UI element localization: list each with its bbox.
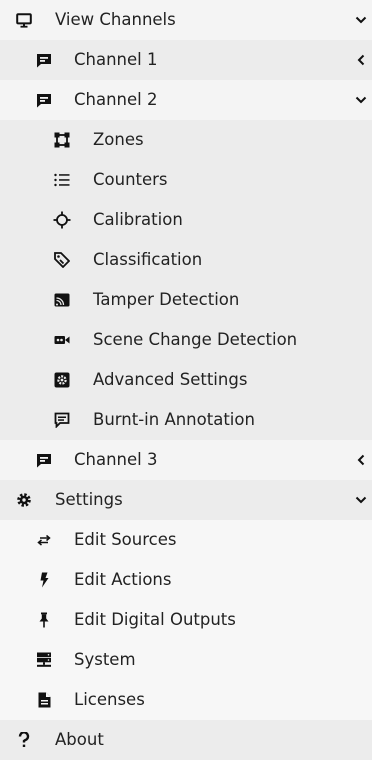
question-mark-icon	[14, 720, 34, 760]
edit-actions-label: Edit Actions	[74, 570, 172, 589]
menu-item-classification[interactable]: Classification	[0, 240, 372, 280]
zones-label: Zones	[93, 130, 144, 149]
calibration-label: Calibration	[93, 210, 183, 229]
system-label: System	[74, 650, 136, 669]
menu-item-tamper-detection[interactable]: Tamper Detection	[0, 280, 372, 320]
menu-view-channels[interactable]: View Channels	[0, 0, 372, 40]
menu-channel-2[interactable]: Channel 2	[0, 80, 372, 120]
chevron-down-icon[interactable]	[354, 0, 368, 40]
burnt-in-annotation-label: Burnt-in Annotation	[93, 410, 255, 429]
menu-item-system[interactable]: System	[0, 640, 372, 680]
monitor-icon	[14, 0, 34, 40]
menu-item-licenses[interactable]: Licenses	[0, 680, 372, 720]
file-icon	[34, 680, 54, 720]
bolt-icon	[34, 560, 54, 600]
counters-label: Counters	[93, 170, 168, 189]
cast-icon	[52, 280, 72, 320]
pin-icon	[34, 600, 54, 640]
channel-2-label: Channel 2	[74, 90, 158, 109]
edit-sources-label: Edit Sources	[74, 530, 177, 549]
menu-item-zones[interactable]: Zones	[0, 120, 372, 160]
menu-about[interactable]: About	[0, 720, 372, 760]
message-square-icon	[34, 40, 54, 80]
menu-item-scene-change-detection[interactable]: Scene Change Detection	[0, 320, 372, 360]
tags-icon	[52, 240, 72, 280]
scene-change-detection-label: Scene Change Detection	[93, 330, 298, 349]
menu-item-edit-actions[interactable]: Edit Actions	[0, 560, 372, 600]
crosshair-icon	[52, 200, 72, 240]
advanced-settings-label: Advanced Settings	[93, 370, 248, 389]
menu-item-advanced-settings[interactable]: Advanced Settings	[0, 360, 372, 400]
menu-settings[interactable]: Settings	[0, 480, 372, 520]
menu-channel-3[interactable]: Channel 3	[0, 440, 372, 480]
channel-1-label: Channel 1	[74, 50, 158, 69]
list-icon	[52, 160, 72, 200]
licenses-label: Licenses	[74, 690, 145, 709]
tamper-detection-label: Tamper Detection	[93, 290, 240, 309]
message-square-icon	[34, 440, 54, 480]
gear-square-icon	[52, 360, 72, 400]
menu-item-counters[interactable]: Counters	[0, 160, 372, 200]
exchange-icon	[34, 520, 54, 560]
message-square-icon	[34, 80, 54, 120]
view-channels-label: View Channels	[55, 10, 176, 29]
menu-item-calibration[interactable]: Calibration	[0, 200, 372, 240]
video-camera-icon	[52, 320, 72, 360]
classification-label: Classification	[93, 250, 203, 269]
menu-item-burnt-in-annotation[interactable]: Burnt-in Annotation	[0, 400, 372, 440]
channel-3-label: Channel 3	[74, 450, 158, 469]
chevron-left-icon[interactable]	[354, 440, 368, 480]
navigation-menu: View Channels Channel 1 Channel 2 Zones	[0, 0, 372, 760]
chevron-down-icon[interactable]	[354, 480, 368, 520]
chevron-left-icon[interactable]	[354, 40, 368, 80]
about-label: About	[55, 730, 104, 749]
chevron-down-icon[interactable]	[354, 80, 368, 120]
settings-label: Settings	[55, 490, 123, 509]
cog-icon	[14, 480, 34, 520]
comment-text-icon	[52, 400, 72, 440]
vector-square-icon	[52, 120, 72, 160]
menu-channel-1[interactable]: Channel 1	[0, 40, 372, 80]
menu-item-edit-digital-outputs[interactable]: Edit Digital Outputs	[0, 600, 372, 640]
menu-item-edit-sources[interactable]: Edit Sources	[0, 520, 372, 560]
edit-digital-outputs-label: Edit Digital Outputs	[74, 610, 236, 629]
server-icon	[34, 640, 54, 680]
